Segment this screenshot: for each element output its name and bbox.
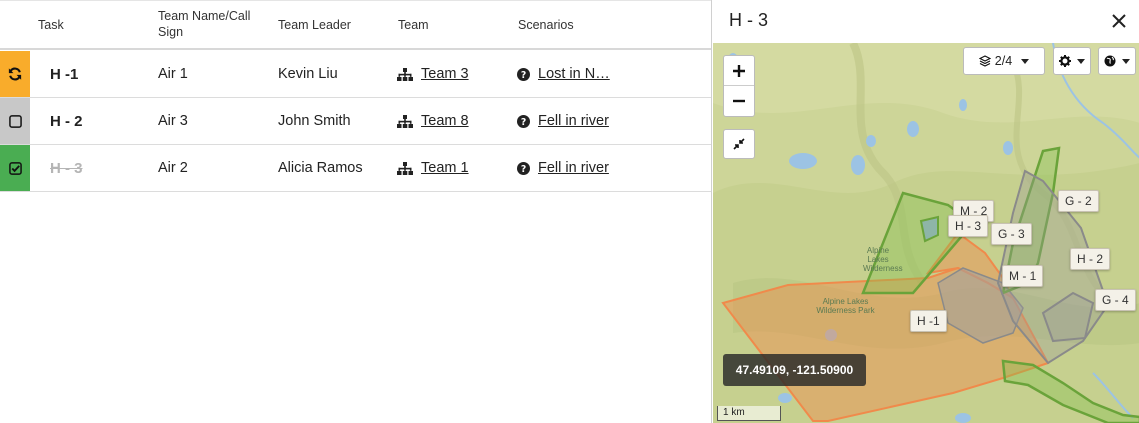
team-link-label[interactable]: Team 3 [421,66,469,82]
sitemap-icon [397,67,413,81]
table-row[interactable]: H -1 Air 1 Kevin Liu Team 3 ? Lost in N… [0,51,711,98]
basemap-dropdown[interactable] [1098,47,1136,75]
caret-down-icon [1077,58,1085,64]
layers-dropdown[interactable]: 2/4 [963,47,1045,75]
settings-dropdown[interactable] [1053,47,1091,75]
compress-icon [733,138,745,150]
caret-down-icon [1021,58,1030,64]
question-circle-icon: ? [517,67,530,81]
detail-panel: H - 3 Alpine Lakes Wilderness Alpine Lak… [711,0,1139,423]
header-team-leader[interactable]: Team Leader [278,17,351,33]
scenario-link[interactable]: ? Lost in N… [517,51,610,97]
minus-icon [733,99,745,103]
segment-label-h1[interactable]: H -1 [910,310,947,332]
scenario-link[interactable]: ? Fell in river [517,98,609,144]
svg-text:?: ? [521,116,526,127]
segment-label-m1[interactable]: M - 1 [1002,265,1044,287]
call-sign: Air 3 [158,113,188,129]
segment-label-h2[interactable]: H - 2 [1070,248,1111,270]
detail-header: H - 3 [712,0,1139,43]
header-task[interactable]: Task [38,17,64,33]
table-row[interactable]: H - 2 Air 3 John Smith Team 8 ? Fell in [0,98,711,145]
question-circle-icon: ? [517,114,530,128]
header-team-name[interactable]: Team Name/Call Sign [158,8,258,40]
scenario-link-label[interactable]: Fell in river [538,160,609,176]
team-link[interactable]: Team 8 [397,98,469,144]
detail-title: H - 3 [729,10,769,30]
checkbox-empty-icon [8,114,22,128]
question-circle-icon: ? [517,161,530,175]
globe-icon [1104,55,1116,67]
svg-text:?: ? [521,69,526,80]
task-name[interactable]: H - 2 [50,98,83,144]
segment-label-g3[interactable]: G - 3 [991,223,1032,245]
refresh-icon [8,67,22,81]
header-scenarios[interactable]: Scenarios [518,17,574,33]
status-in-progress[interactable] [0,51,30,97]
task-name[interactable]: H -1 [50,51,78,97]
status-pending[interactable] [0,98,30,144]
team-link-label[interactable]: Team 8 [421,113,469,129]
zoom-control [723,55,755,117]
table-header: Task Team Name/Call Sign Team Leader Tea… [0,0,711,50]
svg-text:?: ? [521,163,526,174]
segment-label-g4[interactable]: G - 4 [1095,289,1136,311]
call-sign: Air 2 [158,160,188,176]
segment-label-h3[interactable]: H - 3 [948,215,989,237]
close-icon[interactable] [1110,12,1128,30]
sitemap-icon [397,161,413,175]
zoom-in-button[interactable] [724,56,754,86]
team-link-label[interactable]: Team 1 [421,160,469,176]
layers-count: 2/4 [994,54,1013,68]
plus-icon [733,64,745,77]
place-label-park: Alpine Lakes Wilderness Park [816,297,875,315]
header-team[interactable]: Team [398,17,429,33]
segment-label-g2[interactable]: G - 2 [1058,190,1099,212]
team-link[interactable]: Team 3 [397,51,469,97]
status-complete[interactable] [0,145,30,191]
team-link[interactable]: Team 1 [397,145,469,191]
table-row[interactable]: H - 3 Air 2 Alicia Ramos Team 1 ? Fell i… [0,145,711,192]
task-name[interactable]: H - 3 [50,145,83,191]
call-sign: Air 1 [158,66,188,82]
team-leader: John Smith [278,113,351,129]
scenario-link[interactable]: ? Fell in river [517,145,609,191]
layers-icon [978,55,991,67]
sitemap-icon [397,114,413,128]
collapse-map-button[interactable] [723,129,755,159]
scenario-link-label[interactable]: Fell in river [538,113,609,129]
checkbox-checked-icon [8,161,22,175]
scale-bar: 1 km [717,406,781,421]
place-label-wilderness: Alpine Lakes Wilderness [863,246,903,273]
caret-down-icon [1122,58,1130,64]
scenario-link-label[interactable]: Lost in N… [538,66,610,82]
team-leader: Alicia Ramos [278,160,363,176]
map-view[interactable]: Alpine Lakes Wilderness Alpine Lakes Wil… [713,43,1139,423]
gear-icon [1059,55,1071,67]
task-table: Task Team Name/Call Sign Team Leader Tea… [0,0,711,423]
coordinates-readout: 47.49109, -121.50900 [723,354,866,386]
team-leader: Kevin Liu [278,66,338,82]
zoom-out-button[interactable] [724,86,754,116]
